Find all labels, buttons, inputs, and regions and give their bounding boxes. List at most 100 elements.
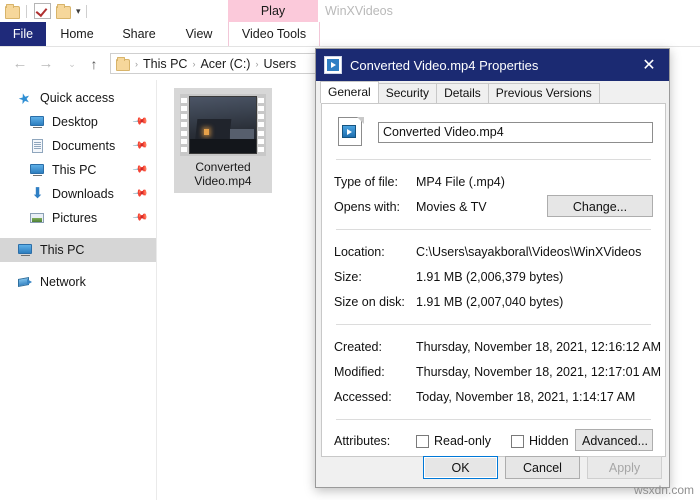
tab-view[interactable]: View [170, 22, 228, 46]
location-row: Location: C:\Users\sayakboral\Videos\Win… [334, 239, 653, 264]
modified-label: Modified: [334, 364, 385, 379]
ribbon-tab-strip: File Home Share View Video Tools [0, 22, 700, 47]
created-row: Created: Thursday, November 18, 2021, 12… [334, 334, 661, 359]
size-row: Size: 1.91 MB (2,006,379 bytes) [334, 264, 653, 289]
list-item[interactable]: Converted Video.mp4 [174, 88, 272, 193]
nav-spacer-2 [0, 262, 156, 270]
dialog-title: Converted Video.mp4 Properties [350, 57, 539, 73]
tab-previous-versions[interactable]: Previous Versions [487, 83, 600, 103]
location-label: Location: [334, 244, 385, 259]
advanced-button[interactable]: Advanced... [575, 429, 653, 451]
hidden-checkbox[interactable] [510, 434, 524, 448]
general-tab-panel: Type of file: MP4 File (.mp4) Opens with… [321, 103, 666, 457]
location-value: C:\Users\sayakboral\Videos\WinXVideos [416, 244, 642, 259]
accessed-value: Today, November 18, 2021, 1:14:17 AM [416, 389, 636, 404]
folder-icon [116, 56, 130, 71]
attributes-label: Attributes: [334, 434, 391, 448]
read-only-checkbox[interactable] [416, 434, 429, 448]
size-on-disk-label: Size on disk: [334, 294, 405, 309]
created-value: Thursday, November 18, 2021, 12:16:12 AM [416, 339, 662, 354]
breadcrumb-acer-c[interactable]: Acer (C:) [197, 57, 253, 71]
filename-input[interactable] [378, 121, 653, 143]
contextual-tab-group-play[interactable]: Play [228, 0, 318, 22]
breadcrumb-separator: › [255, 58, 259, 69]
breadcrumb-this-pc[interactable]: This PC [140, 57, 190, 71]
sidebar-item-desktop[interactable]: Desktop 📌 [0, 110, 156, 134]
file-name-line-1: Converted [195, 160, 251, 174]
nav-group-quick-access[interactable]: ★ Quick access [0, 86, 156, 110]
accessed-row: Accessed: Today, November 18, 2021, 1:14… [334, 384, 653, 409]
hidden-checkbox-wrap[interactable]: Hidden [510, 434, 569, 448]
thumbnail-image [189, 96, 257, 154]
pin-icon[interactable]: 📌 [132, 186, 149, 202]
pin-icon[interactable]: 📌 [132, 138, 149, 154]
toolbar-divider [26, 4, 27, 18]
forward-icon[interactable]: → [36, 54, 56, 74]
pin-icon[interactable]: 📌 [132, 114, 149, 130]
breadcrumb-separator: › [192, 58, 196, 69]
type-of-file-row: Type of file: MP4 File (.mp4) [334, 169, 653, 194]
accessed-label: Accessed: [334, 389, 392, 404]
sidebar-item-downloads[interactable]: ⬇ Downloads 📌 [0, 182, 156, 206]
sidebar-item-documents[interactable]: Documents 📌 [0, 134, 156, 158]
chevron-down-icon[interactable]: ▾ [76, 6, 81, 16]
apply-button: Apply [587, 456, 662, 479]
pin-icon[interactable]: 📌 [132, 162, 149, 178]
back-icon[interactable]: ← [10, 54, 30, 74]
monitor-icon [30, 163, 45, 177]
sidebar-item-label: Network [40, 275, 86, 289]
film-sprockets-right [258, 96, 265, 154]
tab-details[interactable]: Details [436, 83, 489, 103]
filename-row [334, 115, 653, 149]
star-pin-icon: ★ [16, 88, 33, 108]
dialog-title-bar[interactable]: Converted Video.mp4 Properties ✕ [316, 49, 669, 81]
tab-file[interactable]: File [0, 22, 46, 46]
nav-group-label: Quick access [40, 91, 115, 105]
tab-share[interactable]: Share [108, 22, 170, 46]
window-title: WinXVideos [325, 4, 393, 18]
sidebar-item-this-pc[interactable]: This PC [0, 238, 156, 262]
close-icon[interactable]: ✕ [629, 49, 669, 81]
sidebar-item-network[interactable]: Network [0, 270, 156, 294]
tab-security[interactable]: Security [377, 83, 438, 103]
sidebar-item-pictures[interactable]: Pictures 📌 [0, 206, 156, 230]
new-folder-icon[interactable] [55, 3, 72, 19]
up-icon[interactable]: ↑ [84, 54, 104, 74]
tab-home[interactable]: Home [46, 22, 108, 46]
divider [336, 159, 651, 160]
recent-locations-icon[interactable]: ⌄ [62, 54, 82, 74]
watermark: wsxdn.com [633, 483, 694, 497]
dialog-tab-strip: General Security Details Previous Versio… [316, 81, 669, 103]
divider-4 [336, 419, 651, 420]
size-on-disk-row: Size on disk: 1.91 MB (2,007,040 bytes) [334, 289, 653, 314]
read-only-checkbox-wrap[interactable]: Read-only [416, 434, 491, 448]
sidebar-item-label: Desktop [52, 115, 98, 129]
video-thumbnail [180, 94, 266, 156]
document-icon [30, 139, 45, 153]
ok-button[interactable]: OK [423, 456, 498, 479]
navigation-pane: ★ Quick access Desktop 📌 Documents 📌 Thi… [0, 80, 157, 500]
size-value: 1.91 MB (2,006,379 bytes) [416, 269, 564, 284]
hidden-label: Hidden [528, 434, 569, 448]
created-label: Created: [334, 339, 382, 354]
properties-checkbox-icon[interactable] [34, 3, 51, 19]
type-of-file-value: MP4 File (.mp4) [416, 174, 505, 189]
divider-3 [336, 324, 651, 325]
change-button[interactable]: Change... [547, 195, 653, 217]
opens-with-value: Movies & TV [416, 199, 487, 214]
pin-icon[interactable]: 📌 [132, 210, 149, 226]
film-sprockets-left [181, 96, 188, 154]
tab-video-tools[interactable]: Video Tools [228, 22, 320, 46]
sidebar-item-label: This PC [40, 243, 85, 257]
tab-general[interactable]: General [320, 81, 379, 103]
download-icon: ⬇ [31, 185, 44, 202]
sidebar-item-this-pc-quick[interactable]: This PC 📌 [0, 158, 156, 182]
video-file-icon [324, 56, 342, 74]
divider-2 [336, 229, 651, 230]
toolbar-divider-2 [85, 4, 87, 18]
folder-icon[interactable] [4, 3, 21, 19]
cancel-button[interactable]: Cancel [505, 456, 580, 479]
breadcrumb-users[interactable]: Users [260, 57, 299, 71]
modified-value: Thursday, November 18, 2021, 12:17:01 AM [416, 364, 662, 379]
